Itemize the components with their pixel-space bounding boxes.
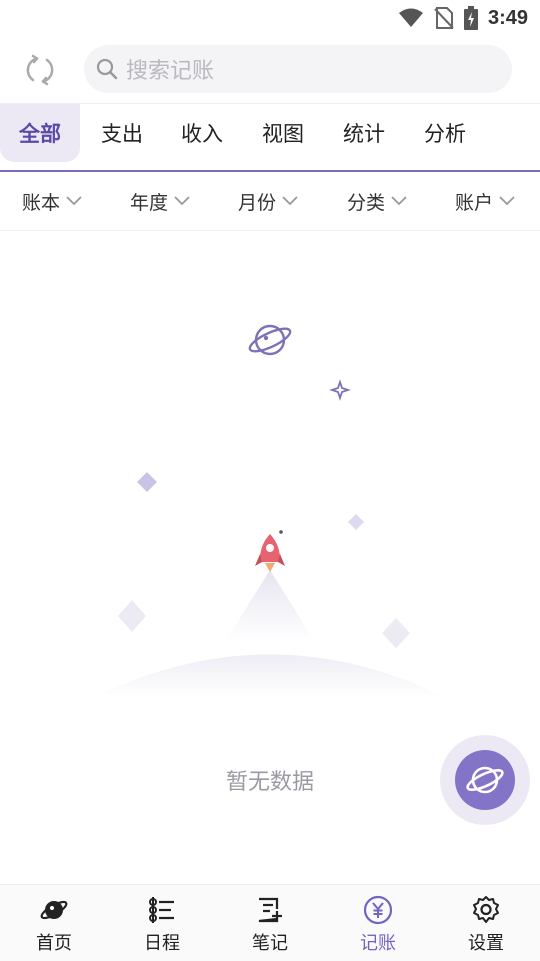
diamond-decoration [348, 514, 364, 530]
planet-decoration [248, 324, 292, 356]
filter-label: 年度 [130, 191, 169, 214]
planet-icon [466, 766, 504, 794]
status-time: 3:49 [487, 6, 528, 29]
tab-statistics[interactable]: 统计 [324, 104, 404, 162]
gear-icon [471, 895, 501, 925]
diamond-decoration [118, 600, 146, 632]
filter-month[interactable]: 月份 [238, 172, 298, 230]
rocket-beam [225, 570, 315, 642]
nav-settings[interactable]: 设置 [432, 885, 540, 961]
no-sim-icon [434, 7, 454, 29]
chevron-down-icon [391, 196, 407, 206]
filter-year[interactable]: 年度 [130, 172, 190, 230]
sparkle-star [329, 379, 351, 401]
tab-expense[interactable]: 支出 [82, 104, 162, 162]
sync-icon [26, 54, 54, 86]
filter-bar: 账本 年度 月份 分类 账户 [0, 172, 540, 231]
rocket-decoration [255, 530, 285, 572]
nav-schedule[interactable]: 日程 [108, 885, 216, 961]
empty-state-illustration [95, 324, 445, 697]
nav-notes[interactable]: 笔记 [216, 885, 324, 961]
schedule-list-icon [147, 895, 177, 925]
search-icon [96, 57, 120, 81]
tab-all[interactable]: 全部 [0, 104, 80, 162]
nav-bookkeeping[interactable]: 记账 [324, 885, 432, 961]
ground-mound [95, 654, 445, 697]
chevron-down-icon [499, 196, 515, 206]
tab-analysis[interactable]: 分析 [405, 104, 485, 162]
chevron-down-icon [66, 196, 82, 206]
sync-button[interactable] [20, 50, 60, 90]
floating-action-button[interactable] [455, 750, 515, 810]
filter-label: 账本 [22, 191, 61, 214]
tab-view[interactable]: 视图 [243, 104, 323, 162]
filter-account[interactable]: 账户 [455, 172, 515, 230]
nav-home[interactable]: 首页 [0, 885, 108, 961]
diamond-decoration [137, 472, 157, 492]
filter-label: 月份 [238, 191, 277, 214]
nav-label: 首页 [36, 933, 72, 954]
bottom-nav: 首页 日程 笔记 记账 设置 [0, 884, 540, 961]
search-input[interactable]: 搜索记账 [84, 45, 512, 93]
filter-label: 分类 [347, 191, 386, 214]
note-add-icon [255, 895, 285, 925]
category-tabs: 全部 支出 收入 视图 统计 分析 [0, 103, 540, 172]
chevron-down-icon [174, 196, 190, 206]
diamond-decoration [382, 618, 410, 648]
search-header: 搜索记账 [0, 40, 540, 102]
yuan-circle-icon [363, 895, 393, 925]
search-placeholder: 搜索记账 [126, 59, 215, 84]
filter-ledger[interactable]: 账本 [22, 172, 82, 230]
battery-charging-icon [463, 6, 478, 30]
nav-label: 笔记 [252, 933, 288, 954]
chevron-down-icon [282, 196, 298, 206]
wifi-icon [398, 8, 423, 27]
nav-label: 日程 [144, 933, 180, 954]
nav-label: 设置 [468, 933, 504, 954]
tab-income[interactable]: 收入 [162, 104, 242, 162]
planet-icon [39, 895, 69, 925]
filter-category[interactable]: 分类 [347, 172, 407, 230]
nav-label: 记账 [360, 933, 396, 954]
filter-label: 账户 [455, 191, 494, 214]
status-bar: 3:49 [0, 0, 540, 36]
